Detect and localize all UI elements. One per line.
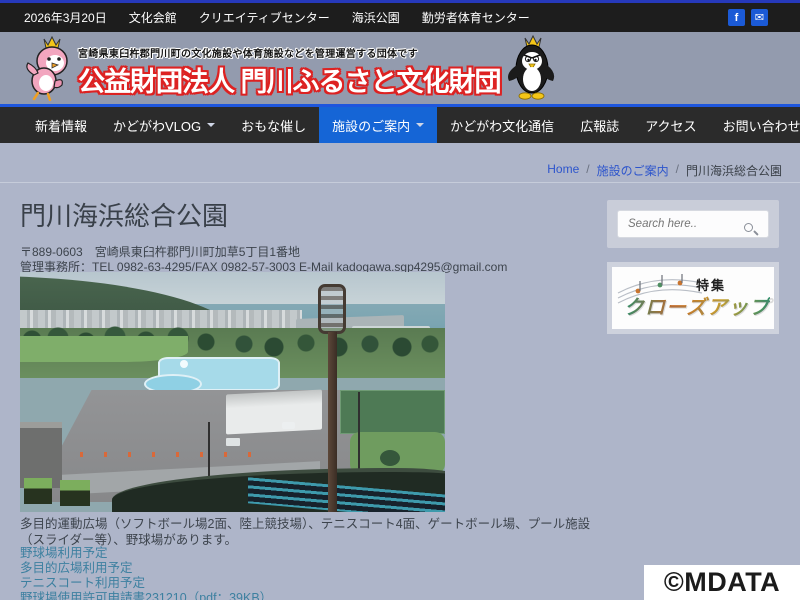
search-icon[interactable] xyxy=(741,220,761,240)
chevron-down-icon xyxy=(416,123,424,127)
facility-description: 多目的運動広場（ソフトボール場2面、陸上競技場）、テニスコート4面、ゲートボール… xyxy=(20,517,598,548)
photo-tennis-courts xyxy=(340,390,445,434)
site-logo[interactable]: 宮崎県東臼杵郡門川町の文化施設や体育施設などを管理運営する団体です 公益財団法人… xyxy=(22,35,555,101)
breadcrumb: Home / 施設のご案内 / 門川海浜総合公園 xyxy=(547,162,782,179)
topbar-link-kinrosha-gym[interactable]: 勤労者体育センター xyxy=(411,9,541,26)
nav-item-culture-news[interactable]: かどがわ文化通信 xyxy=(437,107,567,143)
nav-item-events[interactable]: おもな催し xyxy=(228,107,319,143)
photo-pool-building xyxy=(226,389,322,434)
topbar-link-bunka-kaikan[interactable]: 文化会館 xyxy=(118,9,188,26)
breadcrumb-separator: / xyxy=(586,162,589,179)
link-baseball-permit-pdf[interactable]: 野球場使用許可申請書231210（pdf：39KB） xyxy=(20,591,272,600)
link-baseball-schedule[interactable]: 野球場利用予定 xyxy=(20,546,272,561)
breadcrumb-home[interactable]: Home xyxy=(547,162,579,179)
topbar-link-kaihin-park[interactable]: 海浜公園 xyxy=(341,9,411,26)
penguin-mascot-icon xyxy=(505,35,555,101)
facility-links: 野球場利用予定 多目的広場利用予定 テニスコート利用予定 野球場使用許可申請書2… xyxy=(20,546,272,600)
banner-title: クローズアップ xyxy=(624,291,770,320)
page-title: 門川海浜総合公園 xyxy=(20,196,228,233)
feature-closeup-banner[interactable]: 特集 クローズアップ xyxy=(607,262,779,334)
photo-floodlight-tower xyxy=(318,284,346,334)
topbar-link-creative-center[interactable]: クリエイティブセンター xyxy=(188,9,341,26)
breadcrumb-divider xyxy=(0,182,800,183)
breadcrumb-current: 門川海浜総合公園 xyxy=(686,162,782,179)
page: 2026年3月20日 文化会館 クリエイティブセンター 海浜公園 勤労者体育セン… xyxy=(0,0,800,600)
nav-item-public-relations[interactable]: 広報誌 xyxy=(567,107,632,143)
social-icons: f ✉ xyxy=(728,9,782,26)
link-multipurpose-schedule[interactable]: 多目的広場利用予定 xyxy=(20,561,272,576)
facebook-icon[interactable]: f xyxy=(728,9,745,26)
org-tagline: 宮崎県東臼杵郡門川町の文化施設や体育施設などを管理運営する団体です xyxy=(78,45,501,60)
org-name: 公益財団法人 門川ふるさと文化財団 xyxy=(78,60,501,99)
breadcrumb-facilities[interactable]: 施設のご案内 xyxy=(597,162,669,179)
chevron-down-icon xyxy=(207,123,215,127)
logo-texts: 宮崎県東臼杵郡門川町の文化施設や体育施設などを管理運営する団体です 公益財団法人… xyxy=(78,45,501,99)
park-aerial-photo xyxy=(20,272,445,512)
nav-item-vlog[interactable]: かどがわVLOG xyxy=(100,107,228,143)
nav-item-contact[interactable]: お問い合わせ xyxy=(710,107,800,143)
search-panel xyxy=(607,200,779,248)
nav-item-access[interactable]: アクセス xyxy=(632,107,709,143)
link-tennis-schedule[interactable]: テニスコート利用予定 xyxy=(20,576,272,591)
pink-bird-mascot-icon xyxy=(22,35,74,101)
site-header: 宮崎県東臼杵郡門川町の文化施設や体育施設などを管理運営する団体です 公益財団法人… xyxy=(0,32,800,104)
nav-item-news[interactable]: 新着情報 xyxy=(22,107,100,143)
utility-topbar: 2026年3月20日 文化会館 クリエイティブセンター 海浜公園 勤労者体育セン… xyxy=(0,3,800,32)
breadcrumb-separator: / xyxy=(676,162,679,179)
watermark: ©MDATA xyxy=(644,565,800,600)
email-icon[interactable]: ✉ xyxy=(751,9,768,26)
current-date: 2026年3月20日 xyxy=(18,9,118,26)
main-nav: 新着情報 かどがわVLOG おもな催し 施設のご案内 かどがわ文化通信 広報誌 … xyxy=(0,107,800,143)
nav-item-facilities[interactable]: 施設のご案内 xyxy=(319,107,437,143)
